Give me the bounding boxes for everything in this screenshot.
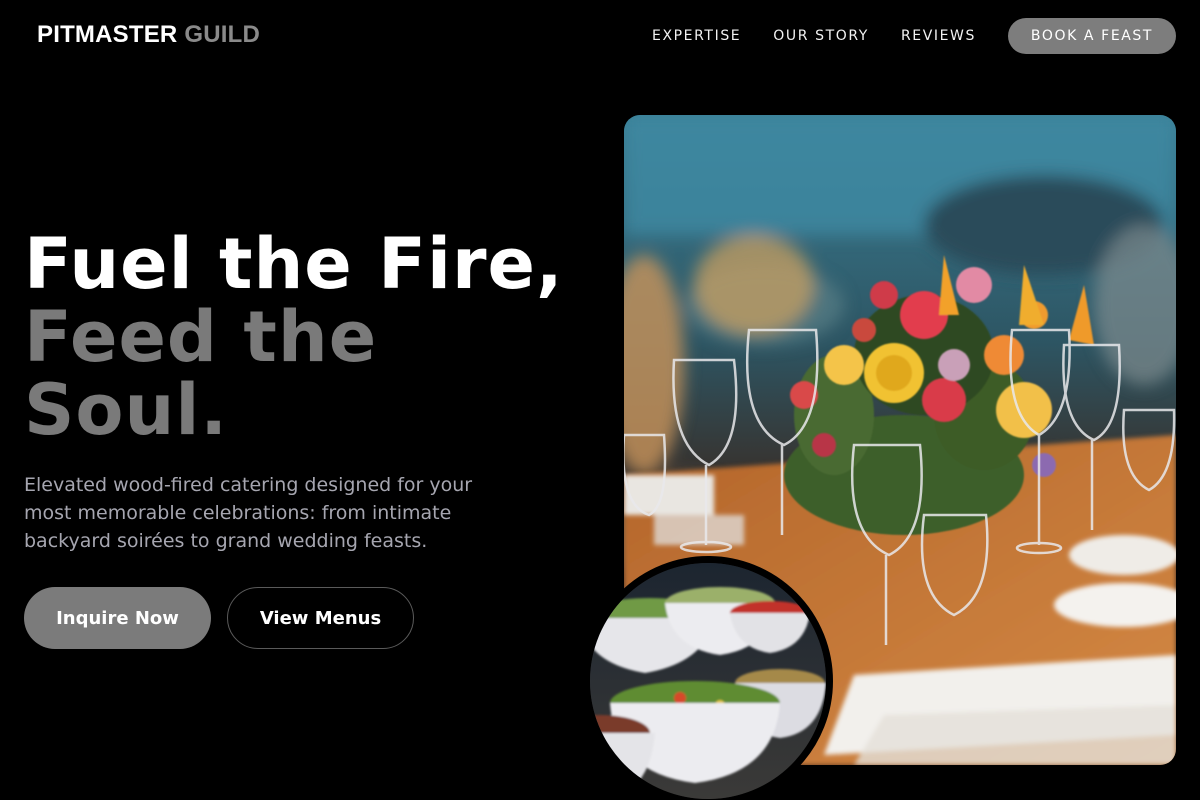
brand-logo[interactable]: PITMASTER GUILD [37, 21, 260, 49]
hero-subtitle: Elevated wood-fired catering designed fo… [24, 474, 473, 552]
hero-headline: Fuel the Fire, Feed the Soul. [24, 228, 604, 447]
brand-name-primary: PITMASTER [37, 21, 178, 48]
nav-link-our-story[interactable]: OUR STORY [773, 28, 869, 44]
book-a-feast-button[interactable]: BOOK A FEAST [1008, 18, 1176, 54]
brand-name-secondary: GUILD [184, 21, 261, 48]
salad-bowls-illustration [590, 563, 826, 799]
inquire-now-button[interactable]: Inquire Now [24, 587, 211, 649]
main-nav: EXPERTISE OUR STORY REVIEWS BOOK A FEAST [652, 18, 1176, 54]
hero-headline-line1: Fuel the Fire, [24, 223, 564, 305]
view-menus-button[interactable]: View Menus [227, 587, 414, 649]
hero-headline-line2: Feed the Soul. [24, 296, 378, 451]
salad-bowls-inset-image [583, 556, 833, 800]
nav-link-reviews[interactable]: REVIEWS [901, 28, 976, 44]
nav-link-expertise[interactable]: EXPERTISE [652, 28, 741, 44]
